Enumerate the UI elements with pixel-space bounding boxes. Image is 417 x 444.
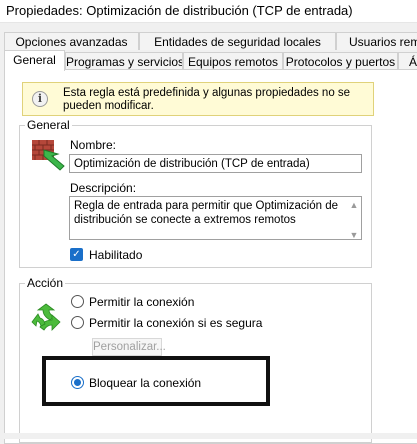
tab-label: Á	[408, 55, 417, 69]
tab-ambito[interactable]: Á	[398, 52, 417, 70]
block-connection-label: Bloquear la conexión	[89, 376, 202, 390]
allow-connection-label: Permitir la conexión	[89, 295, 195, 309]
general-group-label: General	[25, 118, 72, 132]
info-icon: i	[32, 91, 48, 107]
tab-general[interactable]: General	[4, 50, 65, 71]
tab-label: Protocolos y puertos	[285, 55, 396, 69]
tab-protocolos-puertos[interactable]: Protocolos y puertos	[283, 52, 398, 70]
info-text: Esta regla está predefinida y algunas pr…	[63, 87, 351, 112]
window-title: Propiedades: Optimización de distribució…	[6, 3, 353, 18]
enabled-checkbox[interactable]: ✓	[70, 248, 83, 261]
action-arrows-icon	[31, 303, 61, 331]
tab-entidades-seguridad-locales[interactable]: Entidades de seguridad locales	[139, 32, 336, 50]
tab-programas-servicios[interactable]: Programas y servicios	[65, 52, 183, 70]
allow-secure-connection-radio[interactable]	[71, 316, 84, 329]
block-connection-radio[interactable]	[71, 376, 84, 389]
scroll-up-arrow-icon[interactable]: ▲	[349, 198, 359, 210]
allow-secure-connection-label: Permitir la conexión si es segura	[89, 316, 263, 330]
description-text: Regla de entrada para permitir que Optim…	[74, 200, 339, 226]
customize-button[interactable]: Personalizar...	[92, 338, 166, 356]
firewall-icon	[32, 140, 65, 171]
description-label: Descripción:	[70, 181, 137, 195]
name-field[interactable]: Optimización de distribución (TCP de ent…	[69, 154, 362, 173]
enabled-label: Habilitado	[89, 248, 143, 262]
allow-connection-radio[interactable]	[71, 295, 84, 308]
title-bar: Propiedades: Optimización de distribució…	[0, 0, 417, 23]
tab-usuarios-remotos[interactable]: Usuarios remot	[336, 32, 417, 50]
tab-opciones-avanzadas[interactable]: Opciones avanzadas	[4, 32, 139, 50]
info-banner: i Esta regla está predefinida y algunas …	[22, 82, 374, 116]
name-label: Nombre:	[70, 138, 117, 152]
tab-label: Entidades de seguridad locales	[154, 35, 321, 49]
tab-equipos-remotos[interactable]: Equipos remotos	[183, 52, 283, 70]
tab-label: Usuarios remot	[349, 35, 417, 49]
tab-label: Opciones avanzadas	[15, 35, 128, 49]
tab-label: Equipos remotos	[187, 55, 279, 69]
action-group-label: Acción	[25, 276, 66, 290]
window-bottom-edge	[0, 433, 417, 439]
tab-label: General	[13, 53, 56, 67]
tab-label: Programas y servicios	[66, 55, 183, 69]
description-scrollbar[interactable]: ▲ ▼	[347, 197, 361, 240]
scroll-down-arrow-icon[interactable]: ▼	[349, 228, 359, 240]
description-field[interactable]: Regla de entrada para permitir que Optim…	[69, 196, 362, 240]
